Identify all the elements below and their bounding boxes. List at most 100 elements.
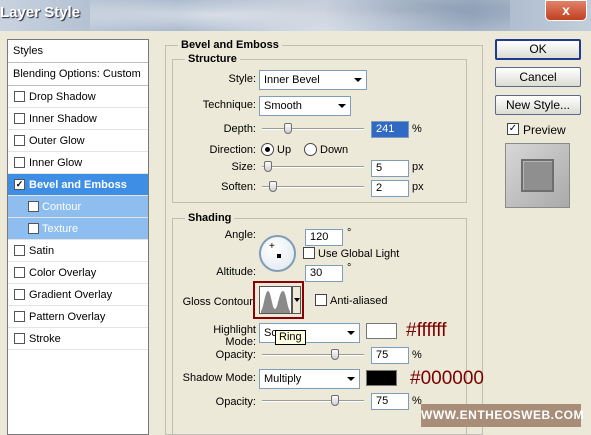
crosshair-icon: + (269, 241, 275, 252)
size-label: Size: (231, 161, 256, 173)
style-item-label: Outer Glow (29, 135, 85, 147)
shadow-hex-annotation: #000000 (410, 368, 484, 389)
style-item-pattern-overlay[interactable]: Pattern Overlay (8, 306, 148, 328)
angle-dial[interactable]: + (259, 235, 296, 272)
size-slider[interactable] (262, 161, 364, 172)
highlight-opacity-unit: % (412, 349, 422, 361)
cancel-button[interactable]: Cancel (495, 67, 581, 87)
watermark: WWW.ENTHEOSWEB.COM (421, 404, 583, 427)
altitude-input[interactable]: 30 (305, 265, 343, 282)
style-label: Style: (228, 73, 256, 85)
technique-value: Smooth (264, 100, 302, 112)
highlight-color-swatch[interactable] (366, 323, 397, 339)
use-global-light-checkbox[interactable] (303, 247, 315, 259)
style-item-checkbox[interactable] (14, 267, 25, 278)
preview-checkbox[interactable]: ✓ (507, 123, 519, 135)
style-item-inner-shadow[interactable]: Inner Shadow (8, 108, 148, 130)
style-item-checkbox[interactable] (14, 135, 25, 146)
style-item-color-overlay[interactable]: Color Overlay (8, 262, 148, 284)
style-item-checkbox[interactable] (14, 91, 25, 102)
gloss-contour-picker[interactable] (259, 286, 292, 314)
shadow-opacity-input[interactable]: 75 (371, 393, 409, 410)
gloss-contour-label: Gloss Contour: (182, 296, 256, 308)
window-title: Layer Style (0, 4, 81, 21)
shadow-mode-value: Multiply (264, 373, 302, 385)
style-item-checkbox[interactable] (14, 333, 25, 344)
style-item-drop-shadow[interactable]: Drop Shadow (8, 86, 148, 108)
style-item-label: Satin (29, 245, 55, 257)
use-global-light-label: Use Global Light (318, 248, 400, 260)
style-item-inner-glow[interactable]: Inner Glow (8, 152, 148, 174)
style-item-checkbox[interactable] (28, 201, 39, 212)
style-item-contour[interactable]: Contour (8, 196, 148, 218)
highlight-mode-label: Highlight Mode: (213, 324, 256, 348)
shadow-opacity-slider[interactable] (262, 395, 364, 406)
depth-slider-thumb[interactable] (284, 123, 292, 134)
style-select[interactable]: Inner Bevel (259, 70, 367, 90)
shadow-opacity-label: Opacity: (215, 396, 256, 408)
highlight-opacity-input[interactable]: 75 (371, 347, 409, 364)
anti-aliased-checkbox[interactable] (315, 294, 327, 306)
gloss-contour-dropdown[interactable] (292, 286, 301, 314)
ring-contour-icon (261, 291, 290, 313)
direction-up-radio[interactable] (261, 143, 274, 156)
style-item-texture[interactable]: Texture (8, 218, 148, 240)
new-style-button[interactable]: New Style... (495, 95, 581, 115)
style-item-gradient-overlay[interactable]: Gradient Overlay (8, 284, 148, 306)
bevel-emboss-title: Bevel and Emboss (178, 39, 282, 51)
style-item-checkbox[interactable] (28, 223, 39, 234)
style-item-checkbox[interactable] (14, 311, 25, 322)
styles-header[interactable]: Styles (8, 40, 148, 63)
shadow-mode-select[interactable]: Multiply (259, 369, 360, 389)
style-item-label: Texture (42, 223, 79, 235)
angle-label: Angle: (224, 229, 256, 241)
preview-thumbnail (505, 143, 570, 208)
depth-label: Depth: (223, 123, 256, 135)
blending-options-item[interactable]: Blending Options: Custom (8, 63, 148, 86)
style-item-checkbox[interactable] (14, 113, 25, 124)
highlight-opacity-slider[interactable] (262, 349, 364, 360)
soften-slider[interactable] (262, 181, 364, 192)
style-item-label: Drop Shadow (29, 91, 96, 103)
style-value: Inner Bevel (264, 74, 320, 86)
chevron-down-icon (294, 298, 300, 302)
direction-down-label: Down (320, 144, 349, 156)
direction-up-label: Up (277, 144, 292, 156)
style-item-label: Stroke (29, 333, 61, 345)
style-item-stroke[interactable]: Stroke (8, 328, 148, 350)
chevron-down-icon (354, 78, 362, 82)
angle-dial-center (277, 254, 281, 258)
preview-label: Preview (523, 123, 566, 137)
depth-input[interactable]: 241 (371, 121, 409, 138)
style-item-label: Inner Glow (29, 157, 83, 169)
shadow-opacity-thumb[interactable] (331, 395, 339, 406)
check-icon: ✓ (508, 123, 518, 134)
style-item-satin[interactable]: Satin (8, 240, 148, 262)
close-button[interactable]: x (545, 0, 587, 21)
chevron-down-icon (347, 331, 355, 335)
style-item-checkbox[interactable]: ✓ (14, 179, 25, 190)
technique-select[interactable]: Smooth (259, 96, 351, 116)
style-item-outer-glow[interactable]: Outer Glow (8, 130, 148, 152)
styles-list: Styles Blending Options: Custom Drop Sha… (7, 39, 149, 435)
altitude-degree: ° (347, 262, 352, 274)
soften-slider-thumb[interactable] (269, 181, 277, 192)
technique-label: Technique: (202, 99, 256, 111)
depth-slider[interactable] (262, 123, 364, 134)
size-input[interactable]: 5 (371, 160, 409, 177)
direction-label: Direction: (209, 144, 256, 156)
highlight-opacity-thumb[interactable] (331, 349, 339, 360)
ok-button[interactable]: OK (495, 39, 581, 60)
style-item-label: Bevel and Emboss (29, 179, 127, 191)
size-slider-thumb[interactable] (264, 161, 272, 172)
direction-down-radio[interactable] (304, 143, 317, 156)
style-item-checkbox[interactable] (14, 157, 25, 168)
style-item-bevel-and-emboss[interactable]: ✓ Bevel and Emboss (8, 174, 148, 196)
style-item-label: Gradient Overlay (29, 289, 113, 301)
shadow-color-swatch[interactable] (366, 370, 397, 386)
style-item-checkbox[interactable] (14, 245, 25, 256)
style-item-checkbox[interactable] (14, 289, 25, 300)
highlight-opacity-label: Opacity: (215, 349, 256, 361)
soften-input[interactable]: 2 (371, 180, 409, 197)
angle-input[interactable]: 120 (305, 229, 343, 246)
